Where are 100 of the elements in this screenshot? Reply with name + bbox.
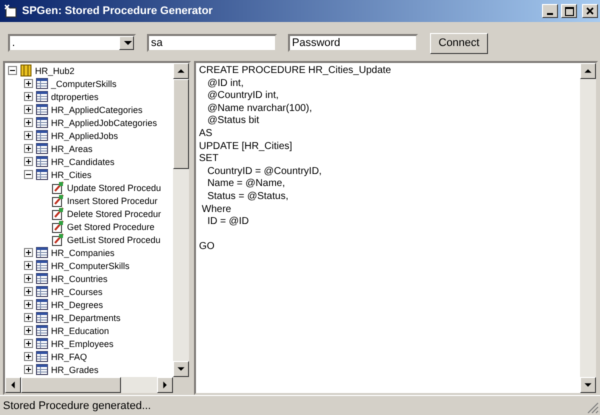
code-line: @Status bit (206, 115, 260, 128)
tree-item[interactable]: GetList Stored Procedu (67, 234, 161, 244)
table-icon (35, 168, 49, 181)
user-field[interactable]: sa (147, 34, 277, 52)
procedure-icon (51, 181, 65, 194)
close-button[interactable] (582, 4, 598, 18)
collapse-toggle-icon[interactable] (24, 170, 33, 179)
tree-item[interactable]: HR_FAQ (51, 352, 88, 362)
collapse-toggle-icon[interactable] (8, 66, 17, 75)
tree-item[interactable]: HR_AppliedJobs (51, 130, 118, 140)
code-line: Status = @Status, (206, 190, 288, 204)
tree-item[interactable]: HR_Grades (51, 364, 99, 374)
close-icon (586, 7, 594, 15)
table-icon (35, 129, 49, 142)
code-line: GO (199, 241, 215, 254)
expand-toggle-icon[interactable] (24, 79, 33, 88)
expand-toggle-icon[interactable] (24, 326, 33, 335)
tree-item[interactable]: Update Stored Procedu (67, 182, 162, 192)
scroll-up-button[interactable] (173, 63, 189, 79)
expand-toggle-icon[interactable] (24, 313, 33, 322)
scroll-thumb[interactable] (21, 377, 121, 393)
expand-toggle-icon[interactable] (24, 287, 33, 296)
table-icon (35, 285, 49, 298)
table-icon (35, 77, 49, 90)
maximize-icon (564, 6, 574, 16)
expand-toggle-icon[interactable] (24, 92, 33, 101)
tree-item[interactable]: Insert Stored Procedur (67, 196, 158, 206)
expand-toggle-icon[interactable] (24, 105, 33, 114)
tree-item[interactable]: HR_Candidates (51, 156, 115, 166)
tree-item[interactable]: _ComputerSkills (51, 78, 117, 88)
tree-item[interactable]: HR_Courses (51, 286, 103, 296)
code-line: SET (199, 153, 218, 166)
scroll-down-button[interactable] (580, 377, 596, 393)
expand-toggle-icon[interactable] (24, 157, 33, 166)
tree-item[interactable]: HR_Companies (51, 248, 115, 258)
code-line: Name = @Name, (206, 178, 286, 191)
scroll-thumb[interactable] (173, 79, 189, 169)
tree-item[interactable]: HR_AppliedJobCategories (51, 118, 158, 128)
scroll-up-button[interactable] (580, 63, 596, 79)
maximize-button[interactable] (561, 4, 577, 18)
procedure-icon (51, 233, 65, 246)
table-icon (35, 298, 49, 311)
tree-item[interactable]: HR_Departments (51, 312, 121, 322)
code-editor[interactable]: CREATE PROCEDURE HR_Cities_Update @ID int, @CountryID int, @Name nvarchar(100), @Status bit AS UPDATE [HR_Cities] SET CountryID = @CountryID, Name = @Name, Status = @Status, Where ID = @ID GO (194, 61, 598, 395)
code-line: UPDATE [HR_Cities] (199, 140, 292, 154)
resize-grip-icon[interactable] (587, 402, 599, 414)
tree-item[interactable]: HR_Countries (51, 274, 108, 284)
code-line: CountryID = @CountryID, (206, 166, 322, 178)
procedure-icon (51, 220, 65, 233)
table-icon (35, 103, 49, 116)
table-icon (35, 363, 49, 376)
password-field[interactable]: Password (288, 34, 418, 52)
status-text: Stored Procedure generated... (3, 400, 151, 412)
expand-toggle-icon[interactable] (24, 274, 33, 283)
code-line: @ID int, (206, 78, 244, 90)
tree-item[interactable]: HR_Cities (51, 170, 92, 180)
table-icon (35, 311, 49, 324)
table-icon (35, 246, 49, 259)
code-line: ID = @ID (206, 216, 249, 229)
tree-item[interactable]: Get Stored Procedure (67, 222, 155, 232)
procedure-icon (51, 207, 65, 220)
caret-icon (124, 40, 132, 46)
tree-item[interactable]: dtproperties (51, 92, 99, 102)
expand-toggle-icon[interactable] (24, 261, 33, 270)
table-icon (35, 324, 49, 337)
scroll-left-button[interactable] (5, 377, 21, 393)
minimize-button[interactable] (542, 4, 558, 18)
tree-item[interactable]: HR_Hub2 (35, 66, 75, 76)
tree-item[interactable]: HR_Education (51, 326, 110, 336)
expand-toggle-icon[interactable] (24, 248, 33, 257)
expand-toggle-icon[interactable] (24, 352, 33, 361)
expand-toggle-icon[interactable] (24, 365, 33, 374)
server-dropdown[interactable]: . (8, 34, 136, 52)
scroll-down-button[interactable] (173, 361, 189, 377)
tree-item[interactable]: HR_ComputerSkills (51, 260, 130, 270)
code-line: AS (199, 128, 212, 141)
procedure-icon (51, 194, 65, 207)
table-icon (35, 90, 49, 103)
horizontal-scrollbar[interactable] (5, 377, 173, 393)
tree-item[interactable]: Delete Stored Procedur (67, 208, 162, 218)
connect-button[interactable]: Connect (430, 32, 488, 54)
tree-item[interactable]: HR_Areas (51, 144, 93, 154)
database-icon (19, 64, 33, 77)
code-line: Where (200, 204, 232, 216)
expand-toggle-icon[interactable] (24, 118, 33, 127)
table-icon (35, 155, 49, 168)
expand-toggle-icon[interactable] (24, 144, 33, 153)
tree-item[interactable]: HR_Degrees (51, 300, 104, 310)
expand-toggle-icon[interactable] (24, 339, 33, 348)
tree-item[interactable]: HR_Employees (51, 338, 114, 348)
expand-toggle-icon[interactable] (24, 300, 33, 309)
table-icon (35, 142, 49, 155)
vertical-scrollbar[interactable] (580, 63, 596, 393)
scroll-right-button[interactable] (157, 377, 173, 393)
vertical-scrollbar[interactable] (173, 63, 189, 377)
expand-toggle-icon[interactable] (24, 131, 33, 140)
tree-item[interactable]: HR_AppliedCategories (51, 104, 143, 114)
code-line: @Name nvarchar(100), (206, 102, 312, 116)
table-icon (35, 116, 49, 129)
code-line: @CountryID int, (206, 90, 279, 103)
